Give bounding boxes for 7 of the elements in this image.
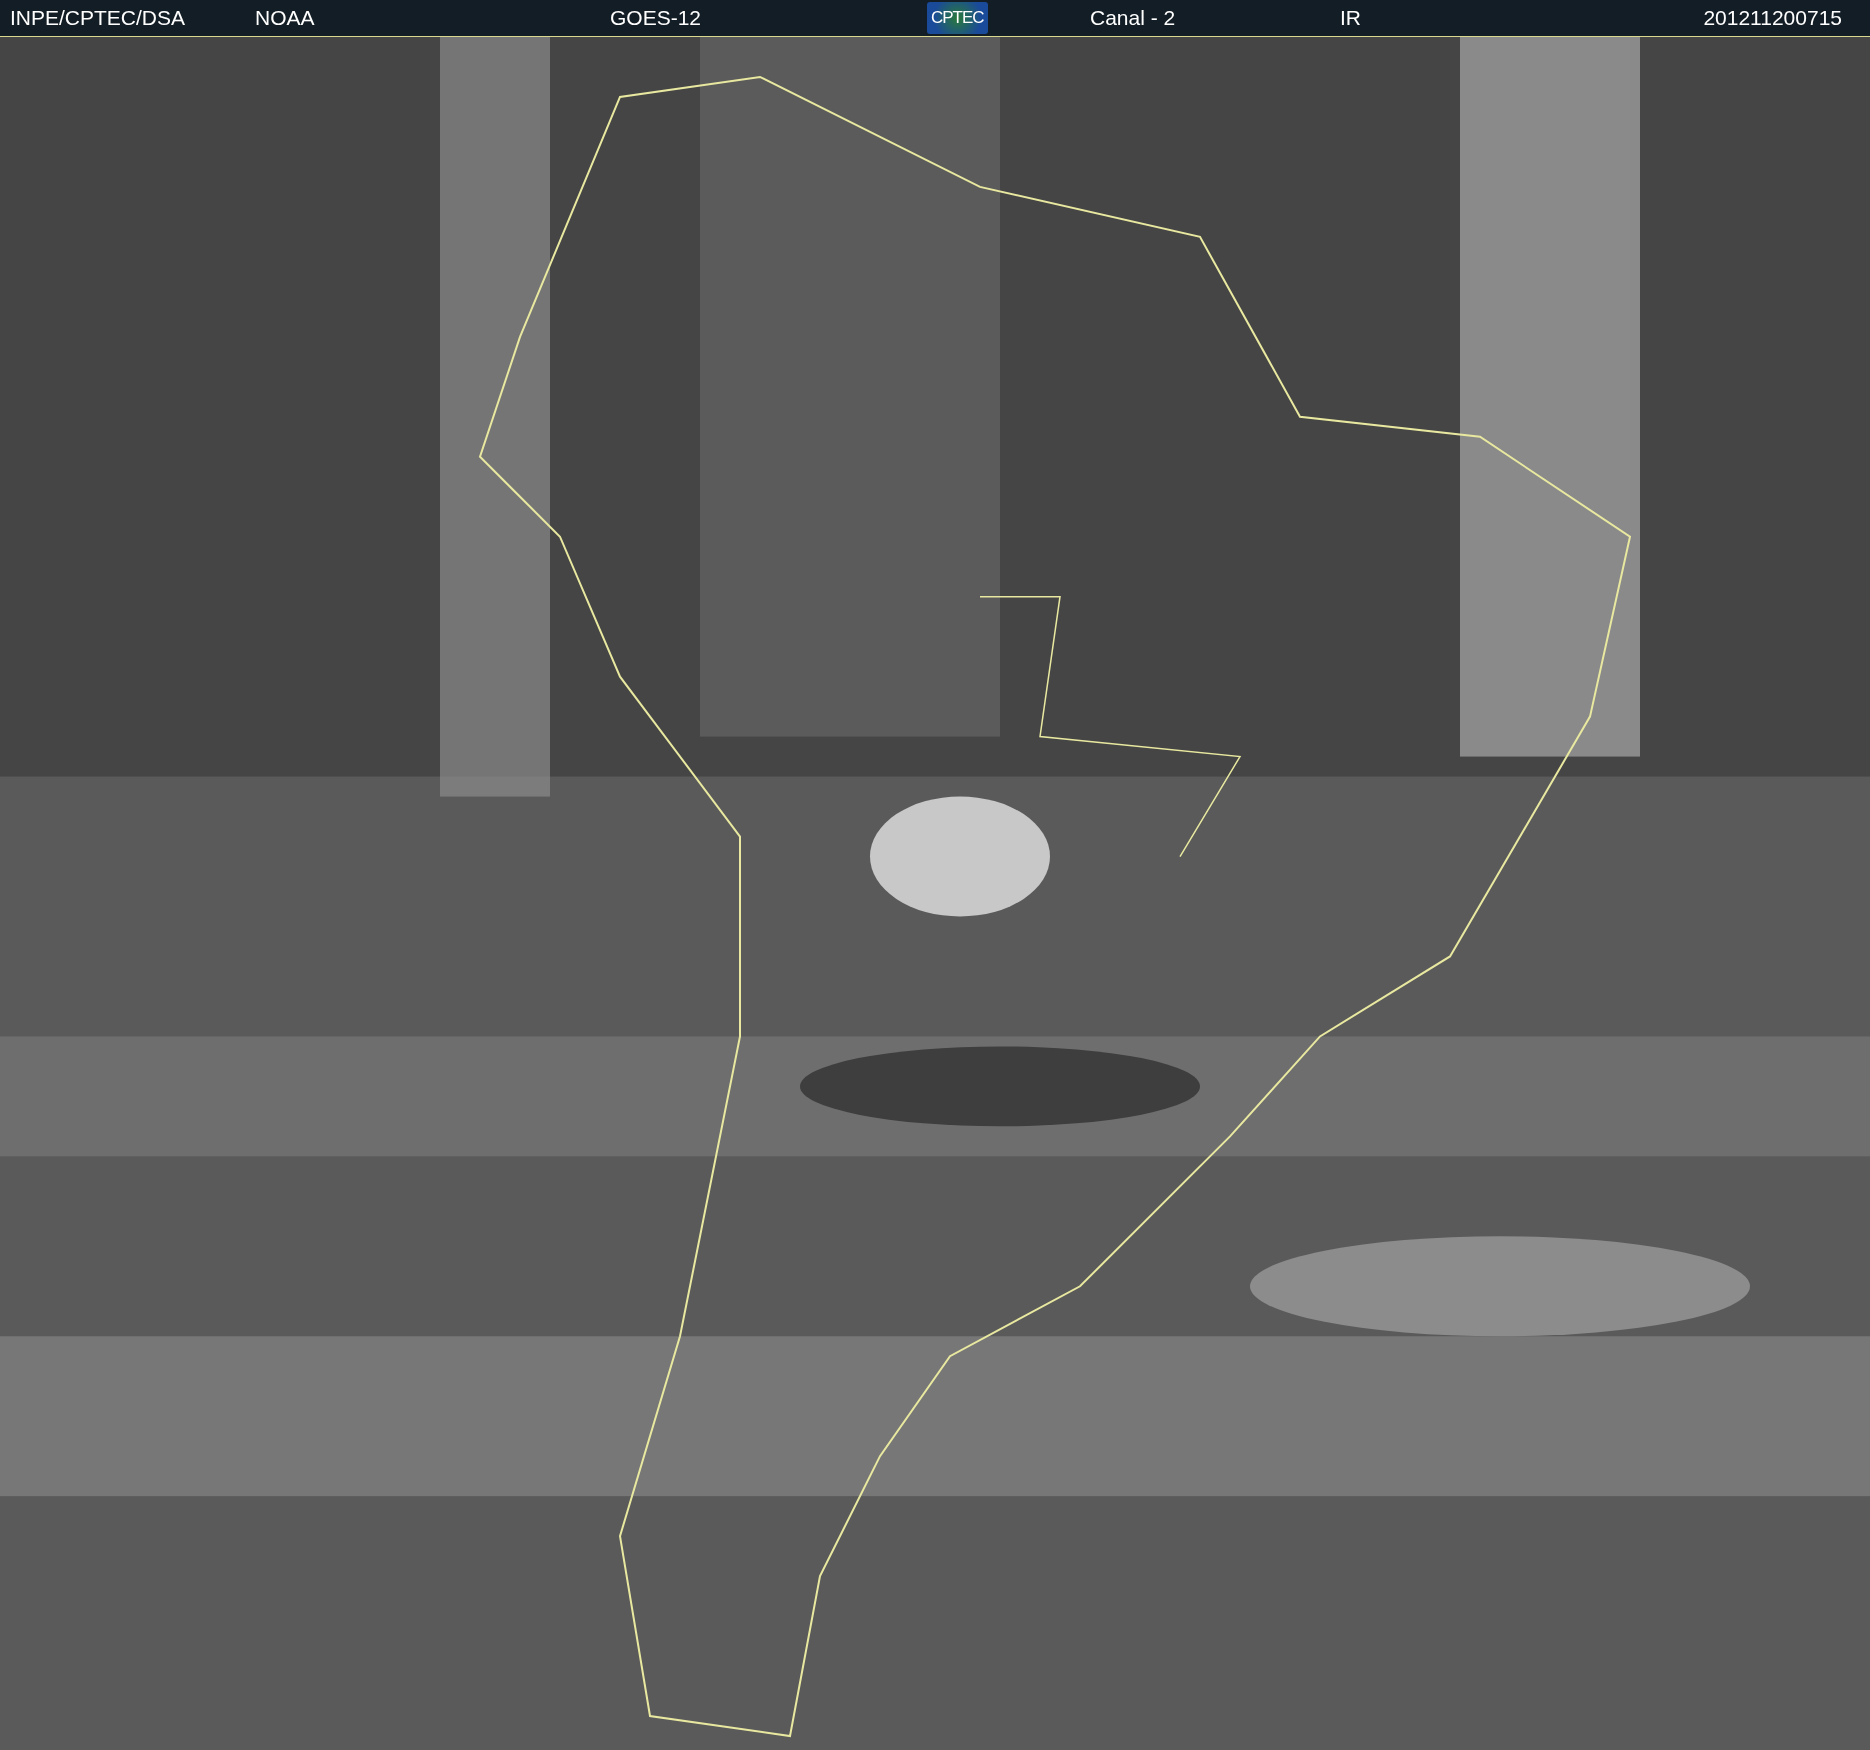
source-label: INPE/CPTEC/DSA	[10, 6, 186, 30]
satellite-label: GOES-12	[610, 6, 702, 30]
logo: CPTEC	[927, 2, 988, 34]
band-label: IR	[1340, 6, 1361, 30]
agency-label: NOAA	[255, 6, 315, 30]
channel-label: Canal - 2	[1090, 6, 1176, 30]
timestamp-label: 201211200715	[1703, 6, 1842, 30]
